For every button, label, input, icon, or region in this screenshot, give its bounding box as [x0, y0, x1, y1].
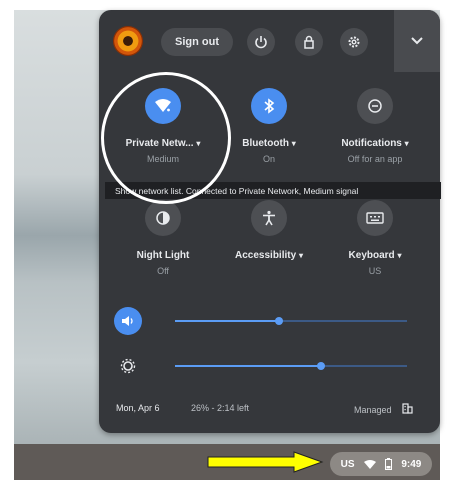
notifications-off-icon — [368, 99, 382, 113]
caret-icon: ▾ — [404, 139, 409, 148]
volume-icon — [122, 316, 133, 326]
brightness-slider-fill — [175, 365, 322, 367]
tile-accessibility[interactable]: Accessibility ▾ — [214, 200, 324, 266]
accessibility-toggle[interactable] — [251, 200, 287, 236]
brightness-button — [114, 352, 142, 380]
night-light-label: Night Light — [136, 250, 190, 261]
sign-out-button[interactable]: Sign out — [161, 28, 233, 56]
caret-icon: ▾ — [397, 251, 402, 260]
brightness-icon — [120, 358, 136, 374]
volume-slider-thumb[interactable] — [275, 317, 284, 325]
ime-indicator: US — [340, 458, 355, 470]
volume-mute-button[interactable] — [114, 307, 142, 335]
annotation-arrow-icon — [207, 451, 324, 473]
bluetooth-icon — [264, 98, 275, 114]
status-tray[interactable]: US 9:49 — [330, 452, 432, 476]
notifications-status: Off for an app — [347, 154, 403, 164]
clock: 9:49 — [401, 458, 422, 470]
power-icon — [255, 36, 267, 49]
tile-notifications[interactable]: Notifications ▾ Off for an app — [320, 88, 430, 164]
tile-bluetooth[interactable]: Bluetooth ▾ On — [214, 88, 324, 164]
tile-night-light[interactable]: Night Light Off — [108, 200, 218, 276]
chevron-down-icon — [411, 37, 423, 45]
battery-label: 26% - 2:14 left — [191, 403, 250, 413]
brightness-slider[interactable] — [175, 362, 407, 370]
annotation-circle — [101, 72, 231, 204]
keyboard-icon — [366, 212, 384, 224]
battery-icon — [385, 458, 393, 470]
tile-keyboard[interactable]: Keyboard ▾ US — [320, 200, 430, 276]
date-label[interactable]: Mon, Apr 6 — [116, 403, 160, 413]
enterprise-building-icon — [402, 403, 413, 414]
power-button[interactable] — [247, 28, 275, 56]
brightness-slider-thumb[interactable] — [317, 362, 326, 370]
managed-text: Managed — [354, 405, 392, 415]
keyboard-status: US — [368, 266, 382, 276]
notifications-toggle[interactable] — [357, 88, 393, 124]
night-light-toggle[interactable] — [145, 200, 181, 236]
lock-icon — [304, 35, 314, 49]
bluetooth-status: On — [262, 154, 275, 164]
caret-icon: ▾ — [291, 139, 296, 148]
volume-slider[interactable] — [175, 317, 407, 325]
user-avatar[interactable] — [113, 26, 143, 56]
bluetooth-label: Bluetooth — [242, 138, 289, 149]
keyboard-label: Keyboard — [348, 250, 395, 261]
night-light-icon — [156, 211, 170, 225]
collapse-button[interactable] — [394, 10, 440, 72]
settings-icon — [348, 36, 360, 48]
managed-label[interactable]: Managed — [354, 403, 413, 415]
keyboard-toggle[interactable] — [357, 200, 393, 236]
wifi-icon — [363, 459, 376, 469]
accessibility-icon — [263, 210, 275, 226]
lock-button[interactable] — [295, 28, 323, 56]
settings-button[interactable] — [340, 28, 368, 56]
volume-slider-fill — [175, 320, 280, 322]
accessibility-label: Accessibility — [235, 250, 297, 261]
caret-icon: ▾ — [298, 251, 303, 260]
night-light-status: Off — [157, 266, 169, 276]
notifications-label: Notifications — [341, 138, 402, 149]
bluetooth-toggle[interactable] — [251, 88, 287, 124]
